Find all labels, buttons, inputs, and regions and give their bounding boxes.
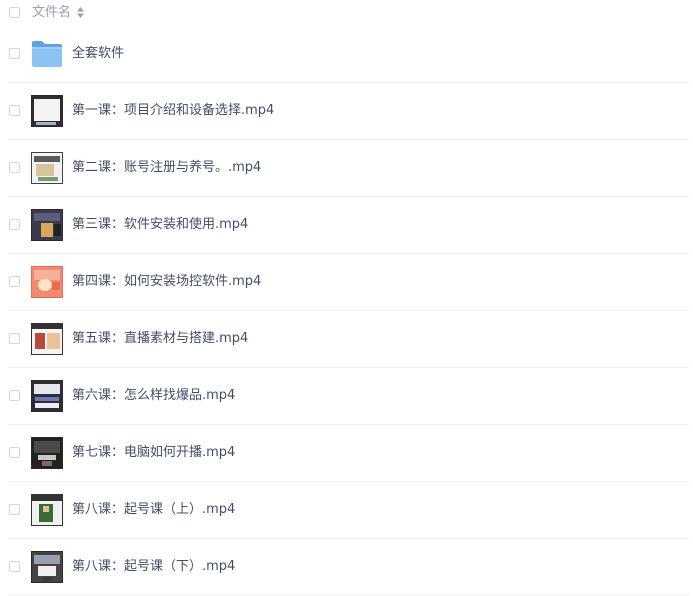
file-list: 文件名 全套软件 第一课：项目介绍和设备选择.mp4 第二课：账号注册与养号。.… bbox=[0, 0, 693, 596]
file-name[interactable]: 第三课：软件安装和使用.mp4 bbox=[72, 217, 248, 233]
row-checkbox[interactable] bbox=[9, 219, 20, 230]
file-name[interactable]: 全套软件 bbox=[72, 46, 124, 62]
file-name[interactable]: 第六课：怎么样找爆品.mp4 bbox=[72, 388, 235, 404]
video-thumbnail bbox=[31, 437, 63, 469]
select-all-checkbox[interactable] bbox=[9, 7, 20, 18]
file-name[interactable]: 第八课：起号课（下）.mp4 bbox=[72, 559, 235, 575]
list-item[interactable]: 第三课：软件安装和使用.mp4 bbox=[8, 197, 689, 254]
row-checkbox[interactable] bbox=[9, 561, 20, 572]
video-thumbnail bbox=[31, 323, 63, 355]
file-name[interactable]: 第七课：电脑如何开播.mp4 bbox=[72, 445, 235, 461]
list-item[interactable]: 第五课：直播素材与搭建.mp4 bbox=[8, 311, 689, 368]
sort-icon[interactable] bbox=[77, 7, 84, 18]
list-header: 文件名 bbox=[0, 0, 693, 26]
video-thumbnail bbox=[31, 209, 63, 241]
video-thumbnail bbox=[31, 95, 63, 127]
list-item[interactable]: 第六课：怎么样找爆品.mp4 bbox=[8, 368, 689, 425]
folder-icon bbox=[32, 41, 62, 67]
row-checkbox[interactable] bbox=[9, 447, 20, 458]
row-checkbox[interactable] bbox=[9, 333, 20, 344]
list-item[interactable]: 第二课：账号注册与养号。.mp4 bbox=[8, 140, 689, 197]
list-item[interactable]: 第七课：电脑如何开播.mp4 bbox=[8, 425, 689, 482]
column-header-filename[interactable]: 文件名 bbox=[32, 4, 71, 21]
file-name[interactable]: 第一课：项目介绍和设备选择.mp4 bbox=[72, 103, 274, 119]
row-checkbox[interactable] bbox=[9, 276, 20, 287]
row-checkbox[interactable] bbox=[9, 504, 20, 515]
video-thumbnail bbox=[31, 380, 63, 412]
file-name[interactable]: 第二课：账号注册与养号。.mp4 bbox=[72, 160, 261, 176]
file-name[interactable]: 第四课：如何安装场控软件.mp4 bbox=[72, 274, 261, 290]
row-checkbox[interactable] bbox=[9, 48, 20, 59]
video-thumbnail bbox=[31, 494, 63, 526]
list-item[interactable]: 全套软件 bbox=[8, 26, 689, 83]
file-name[interactable]: 第五课：直播素材与搭建.mp4 bbox=[72, 331, 248, 347]
row-checkbox[interactable] bbox=[9, 105, 20, 116]
video-thumbnail bbox=[31, 152, 63, 184]
list-item[interactable]: 第四课：如何安装场控软件.mp4 bbox=[8, 254, 689, 311]
list-item[interactable]: 第一课：项目介绍和设备选择.mp4 bbox=[8, 83, 689, 140]
row-checkbox[interactable] bbox=[9, 162, 20, 173]
list-item[interactable]: 第八课：起号课（上）.mp4 bbox=[8, 482, 689, 539]
file-name[interactable]: 第八课：起号课（上）.mp4 bbox=[72, 502, 235, 518]
row-checkbox[interactable] bbox=[9, 390, 20, 401]
video-thumbnail bbox=[31, 266, 63, 298]
list-item[interactable]: 第八课：起号课（下）.mp4 bbox=[8, 539, 689, 596]
video-thumbnail bbox=[31, 551, 63, 583]
